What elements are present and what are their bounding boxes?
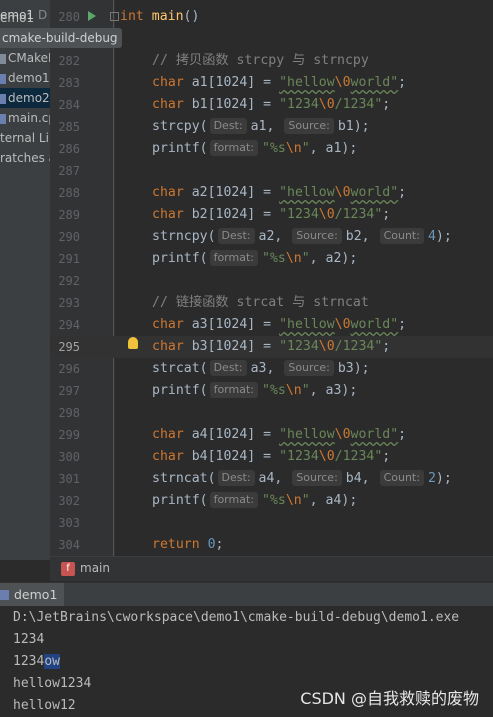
console-line: D:\JetBrains\cworkspace\demo1\cmake-buil… bbox=[13, 610, 460, 625]
line-number: 296 bbox=[58, 362, 80, 376]
code-line-293[interactable]: // 链接函数 strcat 与 strncat bbox=[152, 292, 369, 314]
console-line: 1234ow bbox=[13, 654, 60, 669]
run-gutter-icon[interactable] bbox=[88, 11, 96, 21]
param-hint: format: bbox=[209, 382, 258, 398]
console-line: hellow12 bbox=[13, 698, 76, 713]
fold-icon[interactable] bbox=[110, 12, 119, 21]
line-number: 290 bbox=[58, 230, 80, 244]
project-name[interactable]: emo1 bbox=[0, 8, 34, 22]
code-line-285[interactable]: strcpy(Dest: a1, Source: b1); bbox=[152, 116, 370, 138]
param-hint: Source: bbox=[292, 470, 342, 486]
line-number: 285 bbox=[58, 120, 80, 134]
lightbulb-icon[interactable] bbox=[128, 337, 138, 349]
run-toolbar: demo1 bbox=[0, 582, 493, 607]
watermark: CSDN @自我救赎的废物 bbox=[300, 689, 479, 708]
line-number: 301 bbox=[58, 472, 80, 486]
project-tree-panel: emo1 CMakeLi demo1.c demo2.c main.cpp te… bbox=[0, 0, 50, 560]
line-number: 287 bbox=[58, 164, 80, 178]
code-line-282[interactable]: // 拷贝函数 strcpy 与 strncpy bbox=[152, 50, 369, 72]
cmake-icon bbox=[0, 53, 6, 64]
code-line-296[interactable]: strcat(Dest: a3, Source: b3); bbox=[152, 358, 370, 380]
breadcrumb-label: main bbox=[80, 561, 110, 575]
code-line-280[interactable]: int main() bbox=[120, 6, 199, 28]
line-number: 300 bbox=[58, 450, 80, 464]
build-dir-chip[interactable]: cmake-build-debug bbox=[0, 28, 122, 48]
gutter-divider bbox=[113, 0, 114, 560]
c-file-icon bbox=[0, 93, 6, 104]
line-number: 302 bbox=[58, 494, 80, 508]
code-line-294[interactable]: char a3[1024] = "hellow\0world"; bbox=[152, 314, 406, 336]
code-line-295[interactable]: char b3[1024] = "1234\0/1234"; bbox=[152, 336, 390, 358]
code-line-288[interactable]: char a2[1024] = "hellow\0world"; bbox=[152, 182, 406, 204]
line-number: 291 bbox=[58, 252, 80, 266]
run-tab-demo1[interactable]: demo1 bbox=[0, 583, 64, 607]
code-line-299[interactable]: char a4[1024] = "hellow\0world"; bbox=[152, 424, 406, 446]
line-number: 288 bbox=[58, 186, 80, 200]
line-number: 284 bbox=[58, 98, 80, 112]
tree-item-demo2[interactable]: demo2.c bbox=[0, 88, 50, 108]
function-icon: f bbox=[61, 562, 75, 576]
line-number: 282 bbox=[58, 54, 80, 68]
console-line: hellow1234 bbox=[13, 676, 92, 691]
code-line-297[interactable]: printf(format: "%s\n", a3); bbox=[152, 380, 357, 402]
param-hint: format: bbox=[209, 140, 258, 156]
tree-item-demo1[interactable]: demo1.c bbox=[0, 68, 50, 88]
c-file-icon bbox=[0, 73, 6, 84]
line-number: 293 bbox=[58, 296, 80, 310]
line-number: 304 bbox=[58, 538, 80, 552]
line-number: 286 bbox=[58, 142, 80, 156]
param-hint: Dest: bbox=[209, 360, 247, 376]
code-line-300[interactable]: char b4[1024] = "1234\0/1234"; bbox=[152, 446, 390, 468]
line-number: 289 bbox=[58, 208, 80, 222]
line-number: 280 bbox=[58, 10, 80, 24]
code-line-286[interactable]: printf(format: "%s\n", a1); bbox=[152, 138, 357, 160]
run-config-icon bbox=[0, 590, 9, 600]
console-line: 1234 bbox=[13, 632, 45, 647]
line-number: 294 bbox=[58, 318, 80, 332]
line-number: 298 bbox=[58, 406, 80, 420]
code-line-301[interactable]: strncat(Dest: a4, Source: b4, Count: 2); bbox=[152, 468, 452, 490]
param-hint: Dest: bbox=[209, 118, 247, 134]
code-line-304[interactable]: return 0; bbox=[152, 534, 224, 556]
code-line-291[interactable]: printf(format: "%s\n", a2); bbox=[152, 248, 357, 270]
param-hint: Count: bbox=[379, 228, 424, 244]
line-number: 303 bbox=[58, 516, 80, 530]
line-number: 297 bbox=[58, 384, 80, 398]
drive-label: D bbox=[38, 8, 48, 22]
param-hint: Count: bbox=[379, 470, 424, 486]
param-hint: format: bbox=[209, 492, 258, 508]
param-hint: Source: bbox=[284, 360, 334, 376]
line-number: 283 bbox=[58, 76, 80, 90]
param-hint: Dest: bbox=[217, 228, 255, 244]
tree-item-external-libraries[interactable]: ternal Lib bbox=[0, 128, 50, 148]
code-line-290[interactable]: strncpy(Dest: a2, Source: b2, Count: 4); bbox=[152, 226, 452, 248]
line-number: 292 bbox=[58, 274, 80, 288]
tree-item-main-cpp[interactable]: main.cpp bbox=[0, 108, 50, 128]
code-line-283[interactable]: char a1[1024] = "hellow\0world"; bbox=[152, 72, 406, 94]
code-line-284[interactable]: char b1[1024] = "1234\0/1234"; bbox=[152, 94, 390, 116]
breadcrumb[interactable]: f main bbox=[50, 556, 493, 581]
line-number-current: 295 bbox=[58, 340, 80, 354]
cpp-file-icon bbox=[0, 113, 6, 124]
selected-text: ow bbox=[44, 654, 60, 669]
param-hint: Source: bbox=[292, 228, 342, 244]
line-number: 299 bbox=[58, 428, 80, 442]
param-hint: Dest: bbox=[217, 470, 255, 486]
tree-item-scratches[interactable]: ratches a bbox=[0, 148, 50, 168]
code-line-302[interactable]: printf(format: "%s\n", a4); bbox=[152, 490, 357, 512]
code-line-289[interactable]: char b2[1024] = "1234\0/1234"; bbox=[152, 204, 390, 226]
param-hint: Source: bbox=[284, 118, 334, 134]
tree-item-cmakelists[interactable]: CMakeLi bbox=[0, 48, 50, 68]
param-hint: format: bbox=[209, 250, 258, 266]
